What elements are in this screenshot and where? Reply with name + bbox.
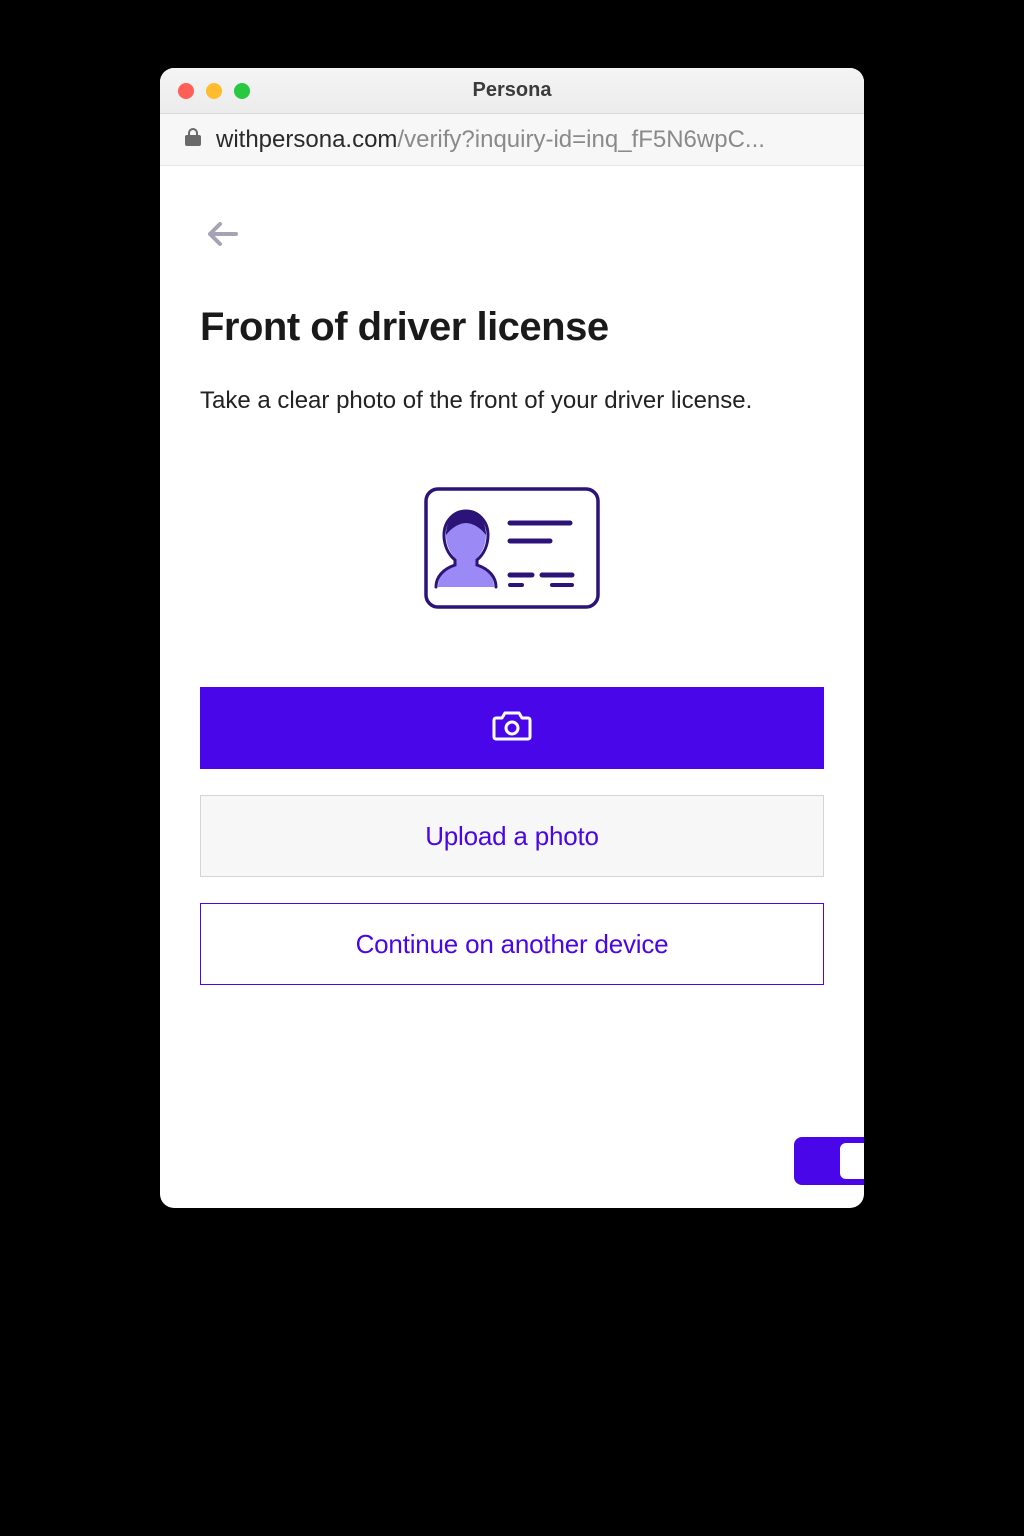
window-title: Persona [160, 79, 864, 102]
upload-photo-label: Upload a photo [425, 821, 599, 852]
id-card-illustration [200, 487, 824, 609]
continue-another-device-label: Continue on another device [356, 929, 669, 960]
traffic-lights [178, 83, 250, 99]
page-title: Front of driver license [200, 305, 824, 350]
back-button[interactable] [200, 214, 246, 257]
take-photo-button[interactable] [200, 687, 824, 769]
arrow-left-icon [206, 220, 240, 251]
address-bar[interactable]: withpersona.com/verify?inquiry-id=inq_fF… [160, 114, 864, 166]
continue-another-device-button[interactable]: Continue on another device [200, 903, 824, 985]
url-path: /verify?inquiry-id=inq_fF5N6wpC... [397, 126, 765, 153]
maximize-window-button[interactable] [234, 83, 250, 99]
page-subtitle: Take a clear photo of the front of your … [200, 382, 824, 419]
url-domain: withpersona.com [216, 126, 397, 153]
titlebar: Persona [160, 68, 864, 114]
browser-window: Persona withpersona.com/verify?inquiry-i… [160, 68, 864, 1208]
minimize-window-button[interactable] [206, 83, 222, 99]
content-area: Front of driver license Take a clear pho… [160, 166, 864, 1051]
camera-icon [492, 708, 532, 749]
upload-photo-button[interactable]: Upload a photo [200, 795, 824, 877]
close-window-button[interactable] [178, 83, 194, 99]
lock-icon [184, 127, 202, 152]
toggle-knob [840, 1143, 864, 1179]
toggle-widget[interactable] [794, 1137, 864, 1185]
url-text: withpersona.com/verify?inquiry-id=inq_fF… [216, 126, 765, 154]
